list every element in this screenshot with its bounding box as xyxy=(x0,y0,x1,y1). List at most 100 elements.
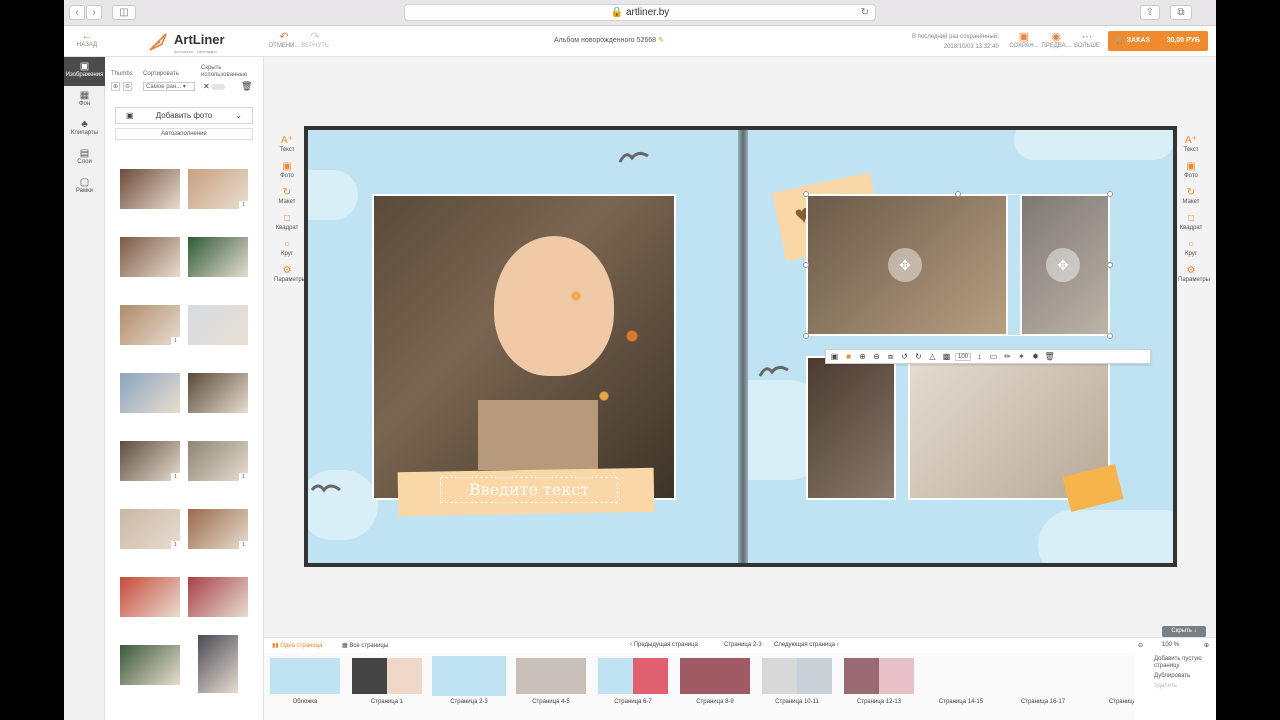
tool-settings[interactable]: ⚙ Параметры xyxy=(274,265,306,291)
browser-back-button[interactable]: ‹ xyxy=(69,5,85,20)
photo-thumbnail[interactable] xyxy=(120,373,180,413)
photo-boy-door[interactable] xyxy=(806,356,896,500)
page-thumbnail-label[interactable]: Страница 16-17 xyxy=(1001,699,1085,705)
filter-icon[interactable]: ✸ xyxy=(1030,352,1041,361)
photo-thumbnail[interactable] xyxy=(120,169,180,209)
tab-layers[interactable]: ▤ Слои xyxy=(64,144,105,173)
resize-handle[interactable] xyxy=(1107,333,1113,339)
opacity-input[interactable]: 100 xyxy=(955,352,972,361)
photo-thumbnail[interactable]: 1 xyxy=(188,509,248,549)
rotate-left-icon[interactable]: ↺ xyxy=(899,352,910,361)
tool-circle[interactable]: ○ Круг xyxy=(274,239,300,265)
single-page-tab[interactable]: ▮▮ Одна страница xyxy=(272,642,323,649)
tool-layout[interactable]: ↻ Макет xyxy=(1178,187,1204,213)
page-thumbnail[interactable] xyxy=(270,658,340,694)
photo-thumbnail[interactable]: 1 xyxy=(188,441,248,481)
zoom-out-icon[interactable]: ⊖ xyxy=(871,352,882,361)
page-thumbnail-label[interactable]: Страница 2-3 xyxy=(427,699,511,705)
resize-handle[interactable] xyxy=(955,191,961,197)
page-thumbnail-label[interactable]: Страница 12-13 xyxy=(837,699,921,705)
tab-frames[interactable]: ▢ Рамки xyxy=(64,173,105,202)
photo-thumbnail[interactable]: 1 xyxy=(120,441,180,481)
autofill-button[interactable]: Автозаполнение xyxy=(115,128,253,140)
tabs-icon[interactable]: ⧉ xyxy=(1170,5,1192,20)
undo-button[interactable]: ↶ ОТМЕНИ... xyxy=(268,31,300,49)
tool-text[interactable]: A⁺ Текст xyxy=(274,135,300,161)
tool-circle[interactable]: ○ Круг xyxy=(1178,239,1204,265)
photo-thumbnail[interactable] xyxy=(188,305,248,345)
zoom-in-icon[interactable]: ⊕ xyxy=(1204,642,1209,649)
page-thumbnail[interactable] xyxy=(352,658,422,694)
photo-thumbnail[interactable] xyxy=(188,577,248,617)
photo-thumbnail[interactable]: 1 xyxy=(120,305,180,345)
browser-forward-button[interactable]: › xyxy=(86,5,102,20)
address-bar[interactable]: 🔒 artliner.by ↻ xyxy=(404,4,876,21)
page-thumbnail-label[interactable]: Страница 14-15 xyxy=(919,699,1003,705)
photo-thumbnail[interactable] xyxy=(188,237,248,277)
page-thumbnail[interactable] xyxy=(680,658,750,694)
tab-background[interactable]: ▦ Фон xyxy=(64,86,105,115)
stepper-icon[interactable]: ↕ xyxy=(974,352,985,361)
text-field[interactable]: Введите текст xyxy=(440,477,618,503)
trash-icon[interactable]: 🗑 xyxy=(1044,352,1055,361)
logo[interactable]: ArtLiner фотокниги · календари xyxy=(148,30,225,54)
resize-handle[interactable] xyxy=(803,262,809,268)
eyedropper-icon[interactable]: ✏ xyxy=(1002,352,1013,361)
flip-icon[interactable]: △ xyxy=(927,352,938,361)
reload-icon[interactable]: ↻ xyxy=(861,5,869,20)
share-icon[interactable]: ⇧ xyxy=(1140,5,1160,20)
redo-button[interactable]: ↷ ВЕРНУТЬ xyxy=(300,31,330,49)
tool-layout[interactable]: ↻ Макет xyxy=(274,187,300,213)
page-thumbnail-label[interactable]: Страница 8-9 xyxy=(673,699,757,705)
next-page-button[interactable]: Следующая страница › xyxy=(774,642,839,648)
left-page[interactable]: Введите текст xyxy=(308,130,738,563)
page-thumbnail-label[interactable]: Страница 1 xyxy=(345,699,429,705)
photo-thumbnail[interactable] xyxy=(188,373,248,413)
transparency-icon[interactable]: ▩ xyxy=(941,352,952,361)
trash-icon[interactable]: 🗑 xyxy=(241,81,252,92)
photo-thumbnail[interactable] xyxy=(120,237,180,277)
replace-image-icon[interactable]: ▣ xyxy=(829,352,840,361)
tab-images[interactable]: ▣ Изображения xyxy=(64,57,105,86)
tab-clipart[interactable]: ♣ Клипарты xyxy=(64,115,105,144)
zoom-in-icon[interactable]: ⊕ xyxy=(857,352,868,361)
album-title[interactable]: Альбом новорожденного 52668 ✎ xyxy=(554,36,664,44)
tool-photo[interactable]: ▣ Фото xyxy=(274,161,300,187)
tool-settings[interactable]: ⚙ Параметры xyxy=(1178,265,1210,291)
right-page[interactable]: ♥♥ ✥ ✥ xyxy=(748,130,1173,563)
photo-thumbnail[interactable]: 1 xyxy=(120,509,180,549)
order-button[interactable]: 🛒 ЗАКАЗ 30,00 РУБ xyxy=(1108,31,1208,51)
zoom-out-icon[interactable]: ⊖ xyxy=(1138,642,1143,649)
resize-handle[interactable] xyxy=(1107,191,1113,197)
tool-text[interactable]: A⁺ Текст xyxy=(1178,135,1204,161)
more-button[interactable]: ⋯ БОЛЬШЕ xyxy=(1072,31,1102,49)
fill-color-icon[interactable]: ■ xyxy=(843,352,854,361)
preview-button[interactable]: ◉ ПРЕДВА... xyxy=(1040,31,1072,49)
hide-used-toggle[interactable] xyxy=(211,84,225,90)
page-thumbnail-label[interactable]: Страница 4-5 xyxy=(509,699,593,705)
resize-handle[interactable] xyxy=(803,191,809,197)
photo-thumbnail[interactable] xyxy=(198,635,238,693)
move-icon[interactable]: ✥ xyxy=(1046,248,1080,282)
save-button[interactable]: ▣ СОХРАН... xyxy=(1009,31,1039,49)
page-thumbnail[interactable] xyxy=(762,658,832,694)
page-thumbnail-label[interactable]: Страница 10-11 xyxy=(755,699,839,705)
border-icon[interactable]: ▭ xyxy=(988,352,999,361)
rotate-right-icon[interactable]: ↻ xyxy=(913,352,924,361)
tool-square[interactable]: □ Квадрат xyxy=(1178,213,1204,239)
all-pages-tab[interactable]: ▦ Все страницы xyxy=(342,642,388,649)
resize-handle[interactable] xyxy=(1107,262,1113,268)
page-thumbnail[interactable] xyxy=(516,658,586,694)
page-thumbnail[interactable] xyxy=(844,658,914,694)
main-photo[interactable] xyxy=(372,194,676,500)
sort-select[interactable]: Самое ран... ▾ xyxy=(143,82,195,91)
tool-square[interactable]: □ Квадрат xyxy=(274,213,300,239)
close-icon[interactable]: ✕ xyxy=(203,82,210,91)
back-button[interactable]: ← НАЗАД xyxy=(74,30,100,48)
zoom-in-icon[interactable]: ⊕ xyxy=(111,82,121,91)
photo-thumbnail[interactable] xyxy=(120,577,180,617)
prev-page-button[interactable]: ‹ Предыдущая страница xyxy=(630,642,698,648)
sidebar-toggle-icon[interactable]: ◫ xyxy=(112,5,136,20)
page-thumbnail[interactable] xyxy=(432,656,506,696)
move-icon[interactable]: ✥ xyxy=(888,248,922,282)
